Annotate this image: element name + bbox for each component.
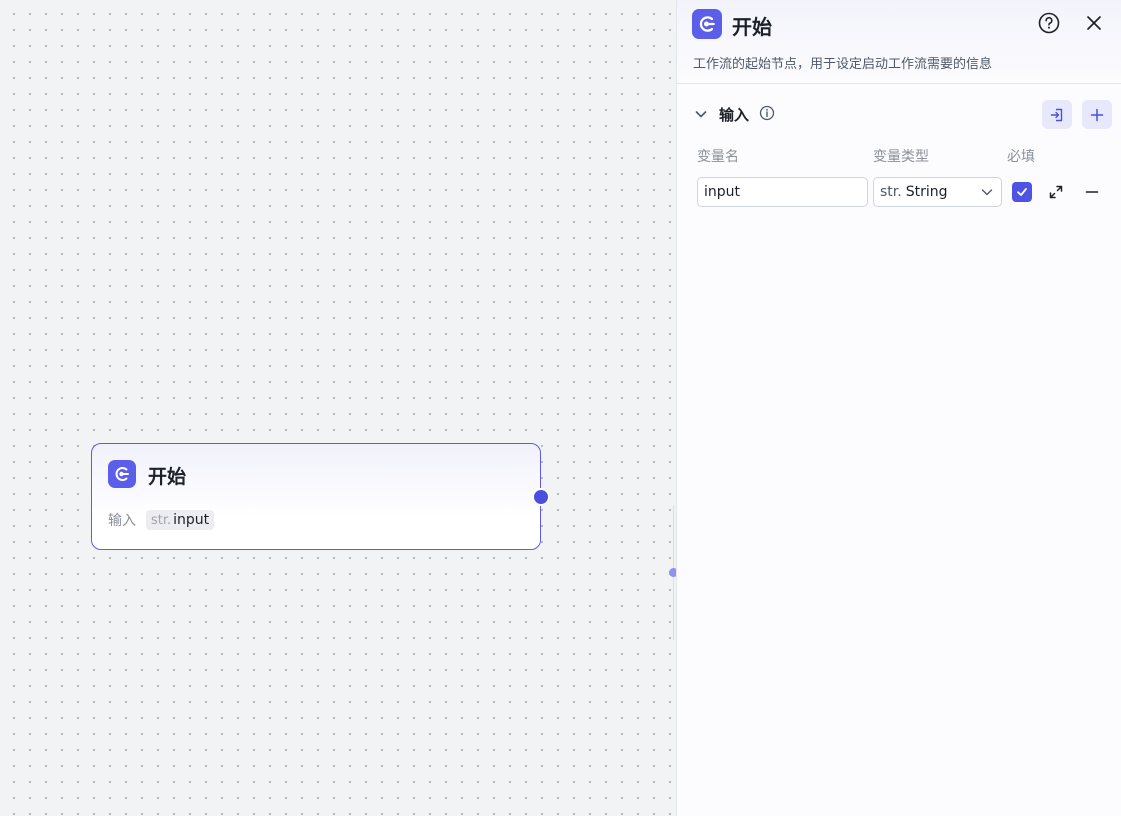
output-handle[interactable] bbox=[532, 488, 550, 506]
node-config-panel: 开始 工作流的起始节点，用于设定启动工作流需要的信息 输入 变量名 变量类型 必… bbox=[676, 0, 1121, 816]
type-value: String bbox=[905, 184, 948, 200]
start-node-card[interactable]: 开始 输入 str. input bbox=[91, 443, 550, 550]
start-node-icon bbox=[108, 460, 136, 488]
info-icon[interactable] bbox=[759, 105, 775, 121]
plus-icon bbox=[1090, 108, 1104, 121]
column-header-type: 变量类型 bbox=[873, 149, 929, 165]
expand-icon[interactable] bbox=[1047, 183, 1065, 201]
panel-description: 工作流的起始节点，用于设定启动工作流需要的信息 bbox=[693, 57, 993, 72]
import-variables-button[interactable] bbox=[1042, 100, 1072, 129]
workflow-canvas[interactable]: 开始 输入 str. input bbox=[0, 0, 676, 816]
tag-name: input bbox=[173, 512, 210, 528]
close-icon[interactable] bbox=[1082, 11, 1106, 35]
check-icon bbox=[1017, 188, 1027, 196]
chevron-down-icon[interactable] bbox=[693, 106, 709, 122]
panel-header: 开始 工作流的起始节点，用于设定启动工作流需要的信息 bbox=[677, 0, 1121, 84]
start-node-icon bbox=[692, 9, 722, 39]
section-title: 输入 bbox=[719, 106, 750, 124]
node-input-tag: str. input bbox=[146, 510, 215, 530]
column-header-name: 变量名 bbox=[697, 149, 739, 165]
connection-handle-partial[interactable] bbox=[669, 568, 676, 577]
type-prefix: str. bbox=[880, 184, 902, 200]
node-input-label: 输入 bbox=[108, 513, 136, 529]
panel-title: 开始 bbox=[732, 15, 772, 39]
remove-row-icon[interactable] bbox=[1083, 183, 1101, 201]
help-circle-icon[interactable] bbox=[1037, 11, 1061, 35]
add-variable-button[interactable] bbox=[1082, 100, 1112, 129]
node-title: 开始 bbox=[148, 466, 187, 488]
node-input-row: 输入 str. input bbox=[108, 510, 215, 530]
variable-name-input[interactable] bbox=[697, 177, 868, 207]
input-section-header: 输入 bbox=[693, 100, 1112, 130]
variable-type-select[interactable]: str. String bbox=[873, 177, 1002, 207]
chevron-down-icon bbox=[981, 189, 993, 196]
column-header-required: 必填 bbox=[1007, 149, 1035, 165]
import-icon bbox=[1050, 108, 1063, 121]
tag-type: str. bbox=[151, 513, 172, 528]
required-checkbox[interactable] bbox=[1012, 182, 1032, 202]
